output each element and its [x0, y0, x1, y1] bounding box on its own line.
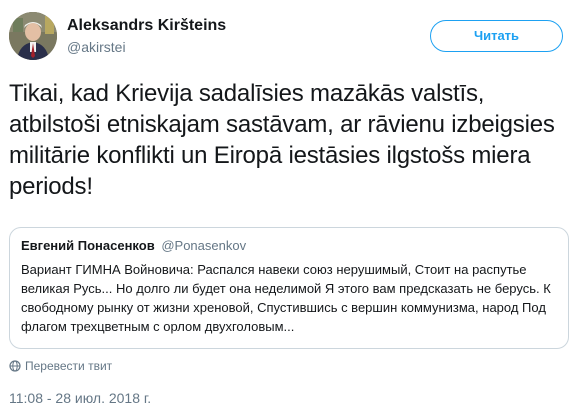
quoted-author-name: Евгений Понасенков [21, 238, 155, 253]
quoted-author-handle: @Ponasenkov [161, 238, 247, 253]
author-block: Aleksandrs Kiršteins @akirstei [67, 16, 226, 56]
avatar-image [9, 12, 57, 60]
avatar[interactable] [9, 12, 57, 60]
author-name[interactable]: Aleksandrs Kiršteins [67, 16, 226, 36]
author-handle[interactable]: @akirstei [67, 38, 226, 56]
quoted-tweet-header: Евгений Понасенков @Ponasenkov [21, 237, 557, 255]
quoted-tweet-text: Вариант ГИМНА Войновича: Распался навеки… [21, 262, 551, 334]
translate-label: Перевести твит [25, 359, 113, 373]
timestamp[interactable]: 11:08 - 28 июл. 2018 г. [9, 389, 151, 407]
quoted-tweet[interactable]: Евгений Понасенков @Ponasenkov Вариант Г… [9, 227, 569, 349]
tweet-text: Tikai, kad Krievija sadalīsies mazākās v… [9, 80, 555, 200]
translate-tweet-link[interactable]: Перевести твит [9, 358, 112, 374]
tweet-card: Aleksandrs Kiršteins @akirstei Читать Ti… [0, 0, 585, 414]
follow-button[interactable]: Читать [430, 20, 563, 52]
globe-icon [9, 360, 21, 372]
